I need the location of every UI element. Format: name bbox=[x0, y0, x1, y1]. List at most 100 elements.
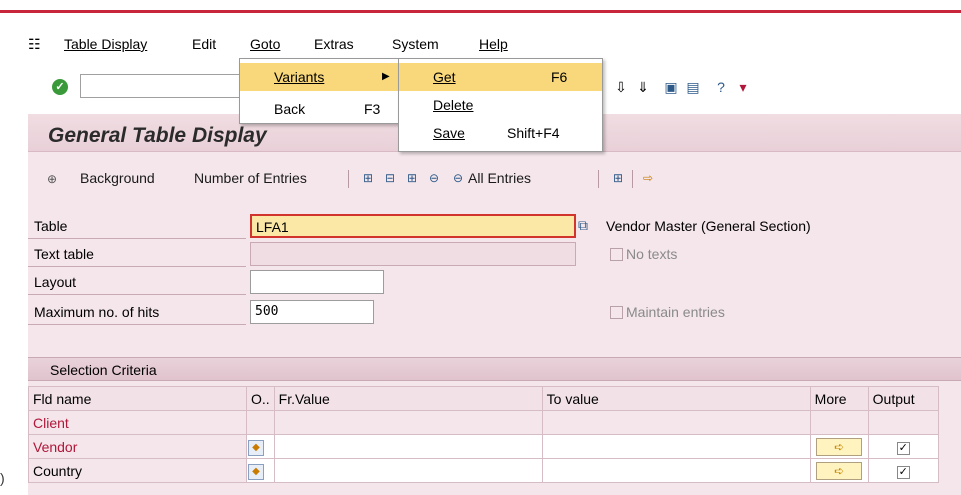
output-checkbox[interactable]: ✓ bbox=[896, 466, 910, 479]
output-cell: ✓ bbox=[867, 434, 939, 459]
create-session-icon[interactable]: ▣ bbox=[662, 78, 680, 96]
field-name-country: Country bbox=[28, 458, 247, 483]
page-title: General Table Display bbox=[48, 124, 267, 147]
system-menu-icon[interactable]: ☷ bbox=[28, 36, 41, 53]
delete-row-icon[interactable]: ⊖ bbox=[426, 170, 442, 186]
application-toolbar: ⊕ Background Number of Entries ⊞ ⊟ ⊞ ⊖ ⊖… bbox=[28, 156, 961, 188]
option-cell: ◆ bbox=[246, 458, 275, 483]
shortcut-icon[interactable]: ▤ bbox=[684, 78, 702, 96]
table-row: Country ◆ ➪ ✓ bbox=[28, 458, 939, 483]
to-value-input[interactable] bbox=[541, 434, 811, 459]
col-to-value[interactable]: To value bbox=[541, 386, 811, 411]
toolbar-separator bbox=[598, 170, 599, 188]
table-row: Client bbox=[28, 410, 939, 435]
to-value-cell bbox=[541, 410, 811, 435]
page-down-icon[interactable]: ⇩ bbox=[612, 78, 630, 96]
menu-item-save[interactable]: Save Shift+F4 bbox=[399, 119, 602, 147]
max-hits-input[interactable]: 500 bbox=[250, 300, 374, 324]
goto-dropdown: Variants ▶ Back F3 bbox=[239, 58, 399, 124]
multiple-selection-button[interactable]: ➪ bbox=[816, 461, 863, 480]
deselect-all-icon[interactable]: ⊟ bbox=[382, 170, 398, 186]
menu-help[interactable]: Help bbox=[479, 36, 508, 52]
table-label: Table bbox=[34, 218, 68, 234]
number-of-entries-button[interactable]: Number of Entries bbox=[194, 170, 307, 186]
select-all-icon[interactable]: ⊞ bbox=[360, 170, 376, 186]
text-table-row: Text table No texts bbox=[28, 242, 961, 266]
layout-row: Layout bbox=[28, 270, 961, 294]
text-table-input bbox=[250, 242, 576, 266]
selection-criteria-header: Selection Criteria bbox=[28, 357, 961, 381]
field-name-client: Client bbox=[28, 410, 247, 435]
max-hits-label: Maximum no. of hits bbox=[34, 304, 160, 320]
menu-item-delete[interactable]: Delete bbox=[399, 91, 602, 119]
main-panel: General Table Display ⊕ Background Numbe… bbox=[28, 114, 961, 495]
menu-system[interactable]: System bbox=[392, 36, 439, 52]
output-checkbox[interactable]: ✓ bbox=[896, 442, 910, 455]
background-button[interactable]: Background bbox=[80, 170, 155, 186]
form-divider bbox=[28, 266, 246, 267]
from-value-input[interactable] bbox=[273, 458, 543, 483]
table-search-help-icon[interactable]: ⧉ bbox=[578, 217, 588, 234]
menu-item-variants[interactable]: Variants ▶ bbox=[240, 63, 398, 91]
all-entries-icon[interactable]: ⊖ bbox=[450, 170, 466, 186]
help-icon[interactable]: ? bbox=[712, 78, 730, 96]
text-table-label: Text table bbox=[34, 246, 94, 262]
select-block-icon[interactable]: ⊞ bbox=[404, 170, 420, 186]
col-output[interactable]: Output bbox=[867, 386, 939, 411]
more-cell: ➪ bbox=[809, 458, 869, 483]
enter-check-icon[interactable]: ✓ bbox=[52, 79, 68, 95]
col-fld-name[interactable]: Fld name bbox=[28, 386, 247, 411]
menu-goto[interactable]: Goto bbox=[250, 36, 280, 52]
menu-item-get[interactable]: Get F6 bbox=[399, 63, 602, 91]
maintain-entries-checkbox bbox=[610, 306, 623, 319]
menu-edit[interactable]: Edit bbox=[192, 36, 216, 52]
table-row: Vendor ◆ ➪ ✓ bbox=[28, 434, 939, 459]
layout-label: Layout bbox=[34, 274, 77, 290]
variants-submenu: Get F6 Delete Save Shift+F4 bbox=[398, 58, 603, 152]
form-divider bbox=[28, 294, 246, 295]
top-accent-line bbox=[0, 10, 961, 13]
table-description: Vendor Master (General Section) bbox=[606, 218, 811, 234]
more-cell bbox=[809, 410, 869, 435]
table-header-row: Fld name O.. Fr.Value To value More Outp… bbox=[28, 386, 939, 411]
menu-extras[interactable]: Extras bbox=[314, 36, 354, 52]
table-row-form: Table LFA1 ⧉ Vendor Master (General Sect… bbox=[28, 214, 961, 238]
from-value-input[interactable] bbox=[273, 434, 543, 459]
last-page-icon[interactable]: ⇓ bbox=[634, 78, 652, 96]
edge-fragment: ) bbox=[0, 470, 5, 486]
form-divider bbox=[28, 238, 246, 239]
option-cell: ◆ bbox=[246, 434, 275, 459]
selection-option-icon[interactable]: ◆ bbox=[248, 440, 264, 456]
menu-item-back[interactable]: Back F3 bbox=[240, 95, 398, 123]
col-more[interactable]: More bbox=[809, 386, 869, 411]
form-divider bbox=[28, 324, 246, 325]
submenu-arrow-icon: ▶ bbox=[382, 71, 390, 82]
selection-table: Fld name O.. Fr.Value To value More Outp… bbox=[28, 386, 939, 483]
field-name-vendor: Vendor bbox=[28, 434, 247, 459]
command-field[interactable] bbox=[80, 74, 250, 98]
table-input[interactable]: LFA1 bbox=[250, 214, 576, 238]
no-texts-checkbox bbox=[610, 248, 623, 261]
col-option[interactable]: O.. bbox=[246, 386, 275, 411]
multiple-selection-button[interactable]: ➪ bbox=[816, 437, 863, 456]
option-cell bbox=[246, 410, 275, 435]
export-icon[interactable]: ⇨ bbox=[640, 170, 656, 186]
more-cell: ➪ bbox=[809, 434, 869, 459]
execute-background-icon[interactable]: ⊕ bbox=[44, 171, 60, 187]
output-cell bbox=[867, 410, 939, 435]
menu-bar: ☷ Table Display Edit Goto Extras System … bbox=[0, 30, 961, 87]
layout-input[interactable] bbox=[250, 270, 384, 294]
no-texts-label: No texts bbox=[626, 246, 678, 262]
selection-criteria-title: Selection Criteria bbox=[50, 362, 157, 378]
max-hits-row: Maximum no. of hits 500 Maintain entries bbox=[28, 300, 961, 324]
menu-table-display[interactable]: Table Display bbox=[64, 36, 147, 52]
col-from-value[interactable]: Fr.Value bbox=[273, 386, 543, 411]
all-entries-button[interactable]: All Entries bbox=[468, 170, 531, 186]
field-selection-icon[interactable]: ⊞ bbox=[610, 170, 626, 186]
toolbar-separator bbox=[632, 170, 633, 188]
maintain-entries-label: Maintain entries bbox=[626, 304, 725, 320]
to-value-input[interactable] bbox=[541, 458, 811, 483]
layout-menu-icon[interactable]: ▾ bbox=[734, 78, 752, 96]
from-value-cell bbox=[273, 410, 543, 435]
selection-option-icon[interactable]: ◆ bbox=[248, 464, 264, 480]
